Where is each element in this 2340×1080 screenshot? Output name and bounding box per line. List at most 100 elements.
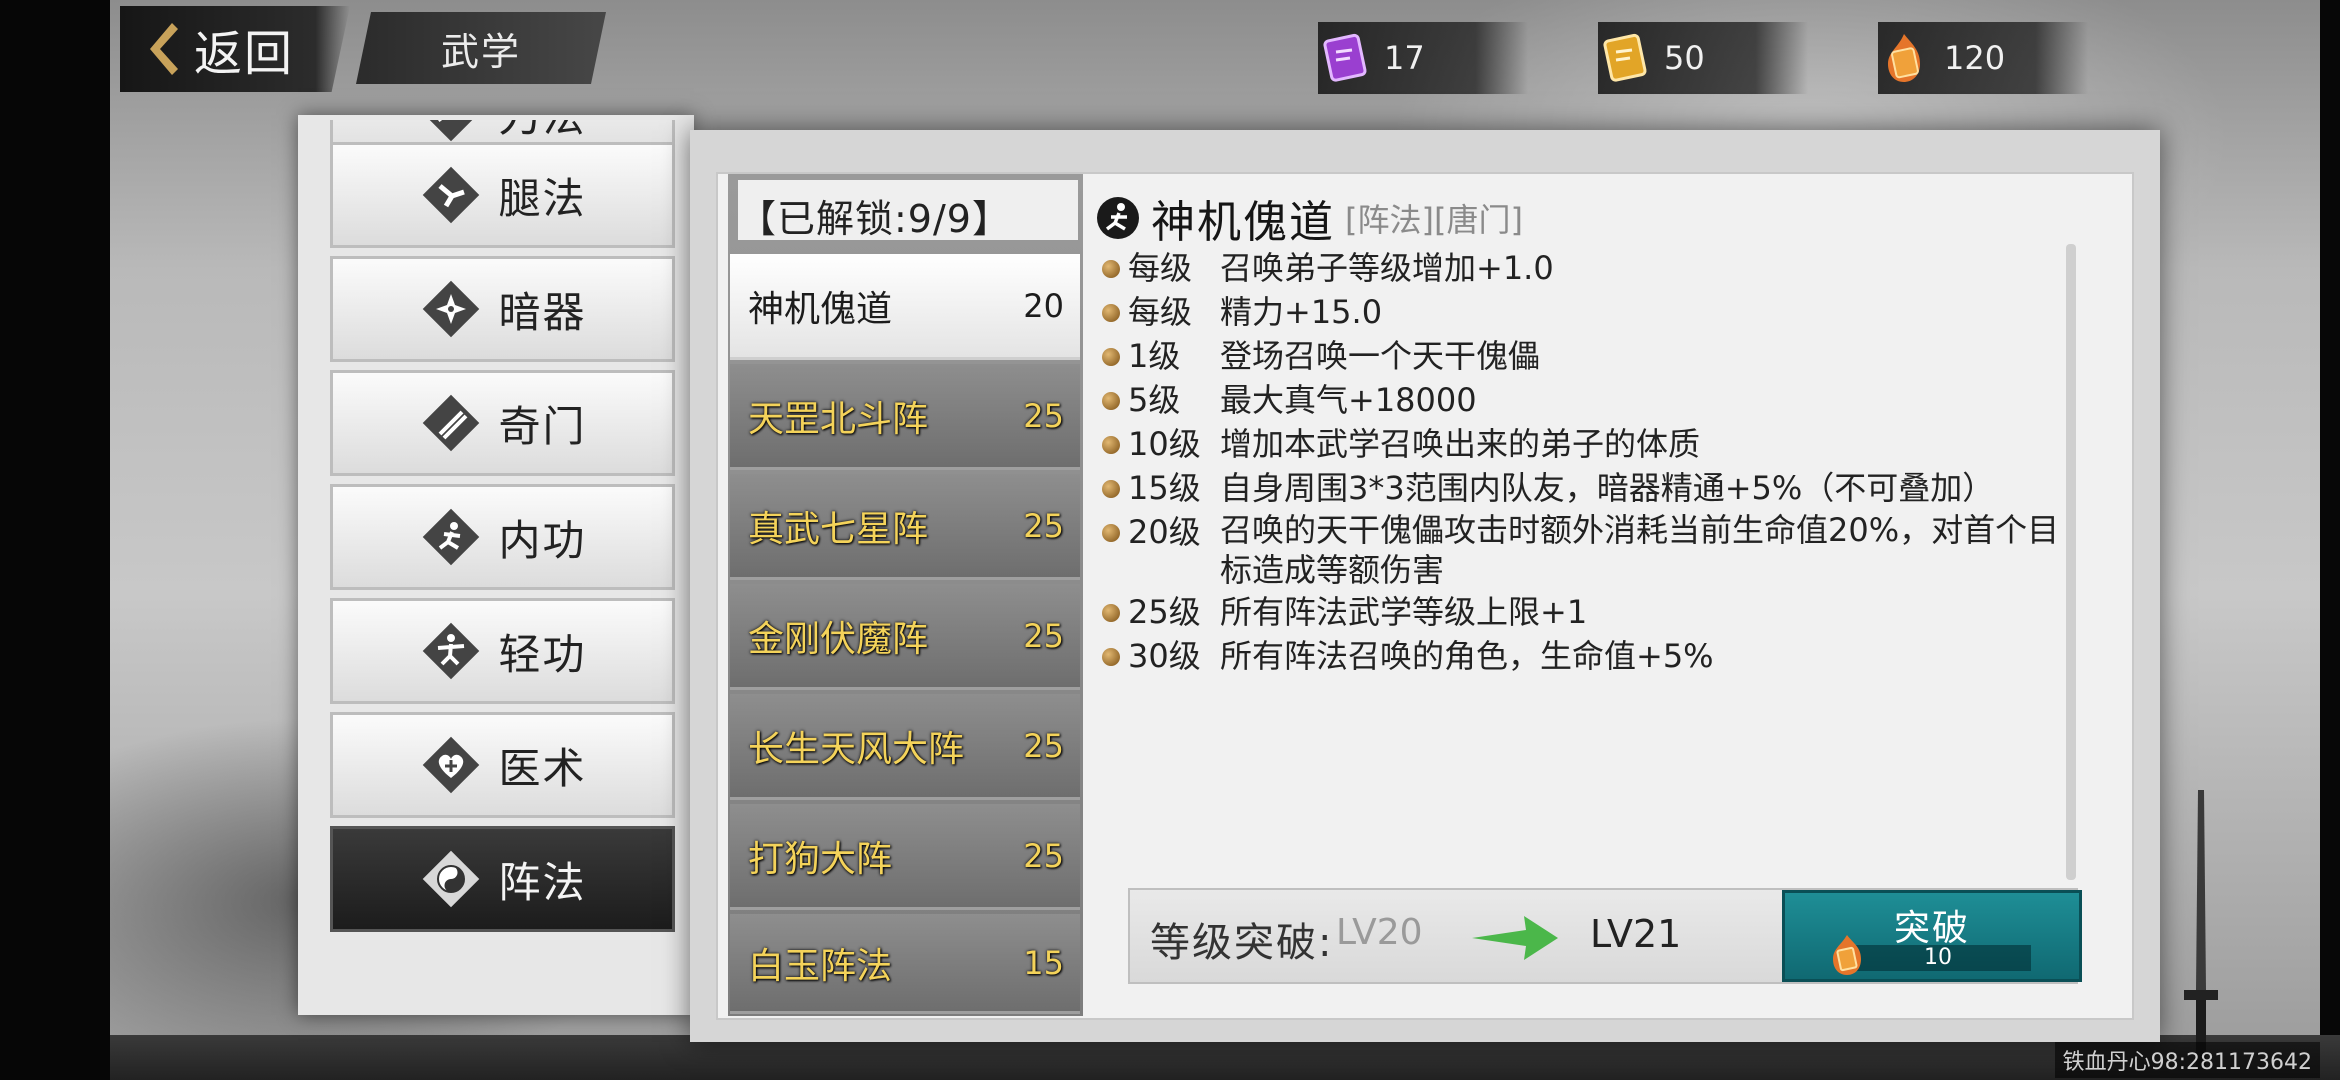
effect-row: 5级 最大真气+18000	[1100, 378, 2060, 422]
fire-scroll-icon	[1833, 935, 1861, 975]
scroll-weapon-icon	[423, 394, 480, 452]
category-item-hidden-weapon[interactable]: 暗器	[330, 256, 675, 362]
category-item-qimen[interactable]: 奇门	[330, 370, 675, 476]
skill-level: 25	[1023, 506, 1064, 545]
formation-skill-icon	[1097, 197, 1139, 239]
category-list[interactable]: 刀法 腿法 暗器 奇门 内功 轻功 医术 阵法	[330, 120, 675, 1010]
inner-power-icon	[423, 508, 480, 566]
effect-level: 10级	[1128, 425, 1201, 463]
right-letterbox	[2320, 0, 2340, 1080]
skill-item[interactable]: 金刚伏魔阵 25	[730, 584, 1080, 690]
detail-scrollbar[interactable]	[2066, 244, 2076, 880]
effect-text: 最大真气+18000	[1220, 381, 1477, 419]
skill-level: 25	[1023, 396, 1064, 435]
skill-level: 15	[1023, 943, 1064, 982]
skill-item[interactable]: 打狗大阵 25	[730, 804, 1080, 910]
skill-name: 天罡北斗阵	[748, 398, 929, 440]
purple-scroll-count: 17	[1384, 39, 1425, 77]
effect-level: 5级	[1128, 381, 1181, 419]
page-title-tab: 武学	[356, 12, 606, 84]
category-item-kick[interactable]: 腿法	[330, 142, 675, 248]
skill-detail-name: 神机傀道	[1151, 197, 1335, 248]
breakthrough-from-level: LV20	[1336, 912, 1423, 953]
effect-row: 每级 召唤弟子等级增加+1.0	[1100, 246, 2060, 290]
effect-level: 1级	[1128, 337, 1181, 375]
category-label: 轻功	[498, 629, 587, 679]
category-label: 内功	[498, 515, 587, 565]
skill-item[interactable]: 长生天风大阵 25	[730, 694, 1080, 800]
shuriken-icon	[423, 280, 480, 338]
skill-name: 白玉阵法	[748, 945, 893, 987]
bullet-icon	[1102, 648, 1120, 666]
effect-text: 登场召唤一个天干傀儡	[1220, 337, 1541, 375]
left-letterbox	[0, 0, 110, 1080]
effect-row: 25级 所有阵法武学等级上限+1	[1100, 590, 2060, 634]
effect-level: 20级	[1128, 513, 1201, 551]
skill-item[interactable]: 神机傀道 20	[730, 254, 1080, 360]
breakthrough-cost: 10	[1924, 945, 1952, 970]
breakthrough-label: 等级突破:	[1150, 920, 1334, 966]
effect-row: 每级 精力+15.0	[1100, 290, 2060, 334]
category-label: 医术	[498, 743, 587, 793]
watermark-text: 铁血丹心98:281173642	[2054, 1042, 2320, 1078]
skill-detail-tags: [阵法][唐门]	[1345, 201, 1523, 239]
gold-scroll-icon	[1592, 26, 1656, 90]
skill-level: 25	[1023, 616, 1064, 655]
category-item-formation[interactable]: 阵法	[330, 826, 675, 932]
effect-level: 30级	[1128, 637, 1201, 675]
skill-effect-list: 每级 召唤弟子等级增加+1.0 每级 精力+15.0 1级 登场召唤一个天干傀儡 5级…	[1100, 246, 2060, 678]
category-item-inner-power[interactable]: 内功	[330, 484, 675, 590]
skill-level: 25	[1023, 726, 1064, 765]
skill-name: 打狗大阵	[748, 838, 893, 880]
unlock-header: 【已解锁:9/9】	[738, 180, 1078, 241]
bullet-icon	[1102, 392, 1120, 410]
skill-name: 金刚伏魔阵	[748, 618, 929, 660]
skill-item[interactable]: 真武七星阵 25	[730, 474, 1080, 580]
bullet-icon	[1102, 260, 1120, 278]
kick-icon	[423, 166, 480, 224]
effect-text: 所有阵法召唤的角色，生命值+5%	[1220, 637, 1714, 675]
breakthrough-button[interactable]: 突破 10	[1782, 890, 2082, 982]
breakthrough-to-level: LV21	[1590, 912, 1682, 956]
category-label: 暗器	[498, 287, 587, 337]
effect-row: 1级 登场召唤一个天干傀儡	[1100, 334, 2060, 378]
skill-level: 20	[1023, 286, 1064, 325]
skill-item[interactable]: 天罡北斗阵 25	[730, 364, 1080, 470]
lightness-icon	[423, 622, 480, 680]
skill-level: 25	[1023, 836, 1064, 875]
category-item-medicine[interactable]: 医术	[330, 712, 675, 818]
category-item-lightness[interactable]: 轻功	[330, 598, 675, 704]
resource-purple: 17	[1318, 22, 1528, 94]
bullet-icon	[1102, 436, 1120, 454]
bullet-icon	[1102, 524, 1120, 542]
effect-level: 15级	[1128, 469, 1201, 507]
resource-gold: 50	[1598, 22, 1808, 94]
category-label: 阵法	[498, 857, 587, 907]
bullet-icon	[1102, 348, 1120, 366]
medicine-heart-icon	[423, 736, 480, 794]
category-label: 腿法	[498, 173, 587, 223]
skill-detail-title: 神机傀道 [阵法][唐门]	[1095, 186, 1523, 250]
effect-text: 精力+15.0	[1220, 293, 1383, 331]
yin-yang-icon	[423, 850, 480, 908]
effect-level: 每级	[1128, 249, 1193, 287]
effect-text: 召唤弟子等级增加+1.0	[1220, 249, 1554, 287]
effect-row: 15级 自身周围3*3范围内队友，暗器精通+5%（不可叠加）	[1100, 466, 2060, 510]
sword-decoration-icon	[2184, 790, 2218, 1070]
fire-scroll-count: 120	[1944, 39, 2006, 77]
gold-scroll-count: 50	[1664, 39, 1705, 77]
arrow-right-icon	[1472, 916, 1558, 960]
unlock-count: 【已解锁:9/9】	[738, 197, 1011, 241]
skill-name: 长生天风大阵	[748, 728, 965, 770]
skill-name: 神机傀道	[748, 288, 893, 330]
back-button[interactable]: 返回	[120, 6, 350, 92]
skill-item[interactable]: 白玉阵法 15	[730, 914, 1080, 1014]
effect-text: 自身周围3*3范围内队友，暗器精通+5%（不可叠加）	[1220, 469, 1995, 507]
effect-text: 所有阵法武学等级上限+1	[1220, 593, 1588, 631]
effect-text: 增加本武学召唤出来的弟子的体质	[1220, 425, 1701, 463]
page-title: 武学	[440, 29, 521, 74]
effect-level: 25级	[1128, 593, 1201, 631]
effect-row: 20级 召唤的天干傀儡攻击时额外消耗当前生命值20%，对首个目标造成等额伤害	[1100, 510, 2060, 590]
category-label: 奇门	[498, 401, 587, 451]
chevron-left-icon	[150, 23, 178, 75]
